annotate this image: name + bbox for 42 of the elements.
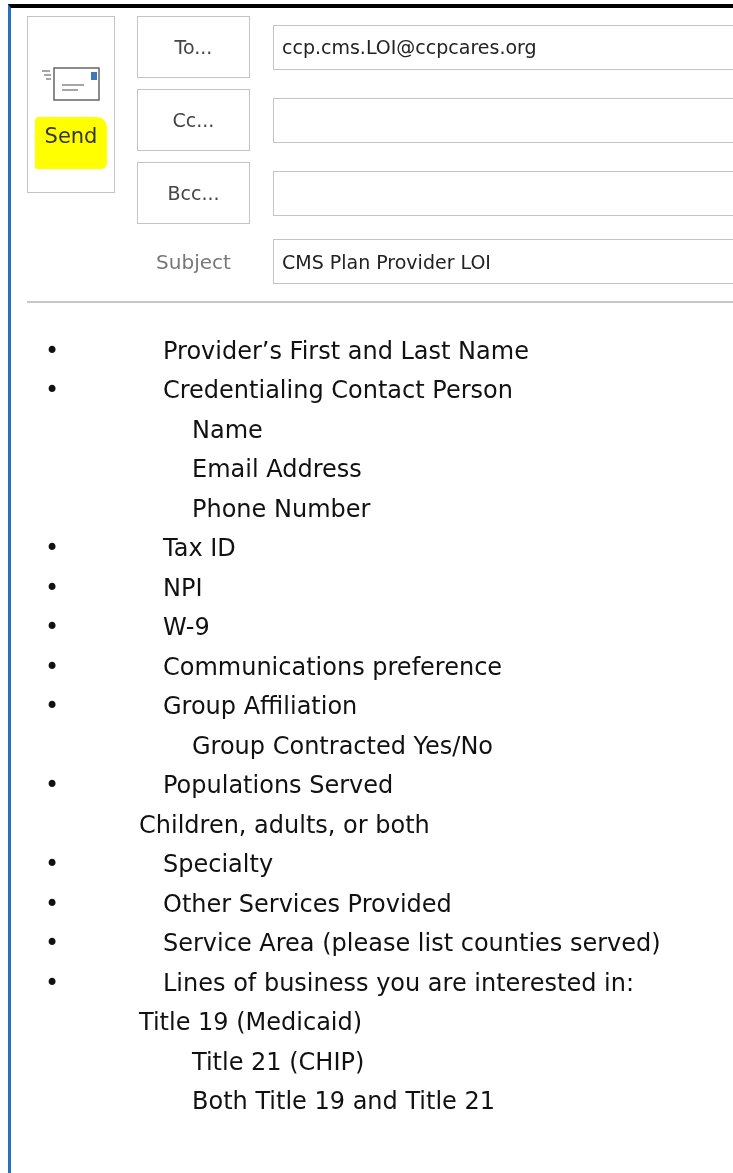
body-text: Provider’s First and Last Name <box>163 335 529 367</box>
body-text: W-9 <box>163 612 210 644</box>
bullet: • <box>44 572 61 604</box>
body-text: Title 19 (Medicaid) <box>139 1007 363 1039</box>
bullet: • <box>44 651 61 683</box>
body-text: Populations Served <box>163 770 394 802</box>
address-button[interactable]: To... <box>137 16 250 78</box>
body-text: Credentialing Contact Person <box>163 375 513 407</box>
body-text: NPI <box>163 572 203 604</box>
body-text: Group Contracted Yes/No <box>192 730 494 762</box>
body-text: Communications preference <box>163 651 503 683</box>
subject-field[interactable]: CMS Plan Provider LOI <box>273 239 733 284</box>
body-text: Specialty <box>163 849 274 881</box>
bullet: • <box>44 533 61 565</box>
subject-label: Subject <box>155 248 232 276</box>
send-button[interactable]: Send <box>27 16 115 193</box>
bullet: • <box>44 888 61 920</box>
body-text: Phone Number <box>192 493 371 525</box>
bullet: • <box>44 967 61 999</box>
bullet: • <box>44 335 61 367</box>
bullet: • <box>44 770 61 802</box>
body-text: Tax ID <box>163 533 236 565</box>
address-field[interactable] <box>273 170 733 216</box>
bullet: • <box>44 849 61 881</box>
bullet: • <box>44 691 61 723</box>
address-field[interactable] <box>273 97 733 143</box>
address-button[interactable]: Cc... <box>137 89 250 151</box>
body-text: Title 21 (CHIP) <box>192 1046 365 1078</box>
body-text: Name <box>192 414 263 446</box>
body-text: Group Affiliation <box>163 691 358 723</box>
body-text: Other Services Provided <box>163 888 452 920</box>
address-button[interactable]: Bcc... <box>137 162 250 224</box>
body-text: Children, adults, or both <box>139 809 430 841</box>
bullet: • <box>44 612 61 644</box>
envelope-icon <box>42 67 100 101</box>
body-text: Both Title 19 and Title 21 <box>192 1086 495 1118</box>
bullet: • <box>44 375 61 407</box>
body-text: Email Address <box>192 454 362 486</box>
body-text: Lines of business you are interested in: <box>163 967 634 999</box>
bullet: • <box>44 928 61 960</box>
body-text: Service Area (please list counties served) <box>163 928 661 960</box>
address-field[interactable]: ccp.cms.LOI@ccpcares.org <box>273 24 733 70</box>
